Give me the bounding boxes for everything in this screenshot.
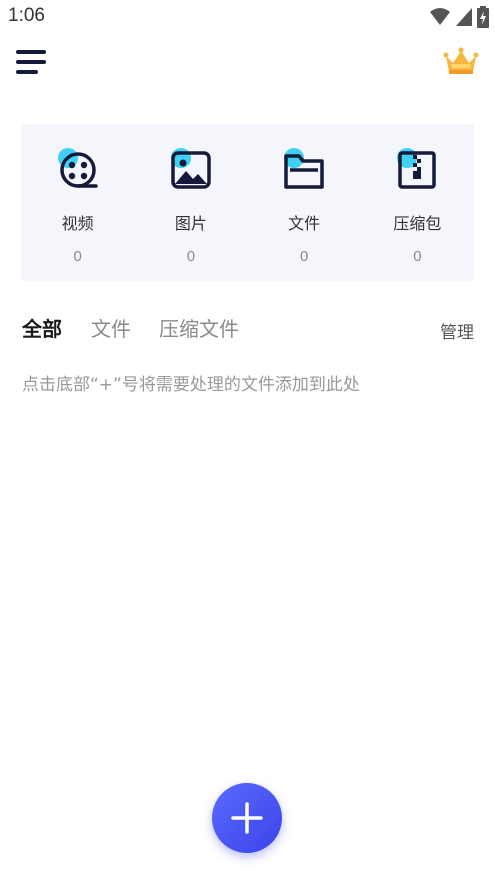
folder-icon <box>280 146 328 194</box>
category-label: 视频 <box>61 214 94 233</box>
tab-files[interactable]: 文件 <box>91 313 131 342</box>
category-count: 0 <box>299 248 309 265</box>
status-icons <box>429 6 489 28</box>
category-label: 图片 <box>174 214 207 233</box>
menu-icon[interactable] <box>16 48 50 76</box>
category-image[interactable]: 图片 0 <box>134 124 247 281</box>
cellular-signal-icon <box>456 8 472 26</box>
add-file-button[interactable] <box>212 783 282 853</box>
manage-button[interactable]: 管理 <box>440 318 474 343</box>
plus-icon <box>231 802 263 834</box>
status-time: 1:06 <box>8 5 45 26</box>
zip-archive-icon <box>393 146 441 194</box>
wifi-icon <box>430 8 450 25</box>
filter-tabs: 全部 文件 压缩文件 管理 <box>22 313 474 347</box>
tab-archives[interactable]: 压缩文件 <box>159 313 239 342</box>
battery-icon <box>477 6 489 28</box>
category-count: 0 <box>186 248 196 265</box>
empty-hint: 点击底部“+”号将需要处理的文件添加到此处 <box>22 375 360 395</box>
tab-all[interactable]: 全部 <box>22 313 62 342</box>
category-label: 压缩包 <box>393 214 442 233</box>
category-video[interactable]: 视频 0 <box>21 124 134 281</box>
category-archive[interactable]: 压缩包 0 <box>361 124 474 281</box>
category-file[interactable]: 文件 0 <box>248 124 361 281</box>
image-icon <box>167 146 215 194</box>
category-label: 文件 <box>288 214 321 233</box>
category-count: 0 <box>413 248 422 265</box>
crown-icon[interactable] <box>443 46 479 76</box>
top-bar <box>0 34 495 94</box>
category-count: 0 <box>73 248 82 265</box>
category-panel: 视频 0 图片 0 文件 0 压缩包 0 <box>21 124 474 281</box>
status-bar: 1:06 <box>0 0 495 34</box>
video-reel-icon <box>54 146 102 194</box>
